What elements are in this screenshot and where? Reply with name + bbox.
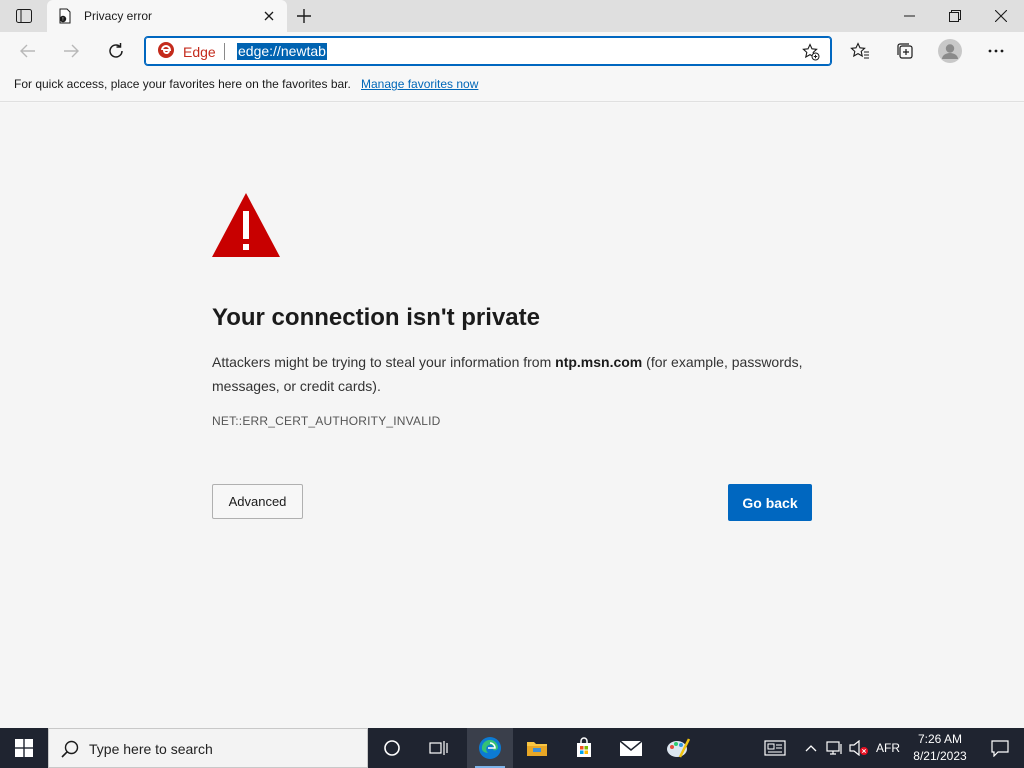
close-window-icon[interactable] <box>978 0 1024 32</box>
svg-text:!: ! <box>62 17 63 23</box>
tab-actions-icon[interactable] <box>10 6 38 26</box>
go-back-button[interactable]: Go back <box>728 484 812 521</box>
taskbar-search[interactable]: Type here to search <box>48 728 368 768</box>
edge-taskbar-icon[interactable] <box>467 728 513 768</box>
profile-icon[interactable] <box>935 36 965 66</box>
add-favorite-icon[interactable] <box>801 42 821 62</box>
paint-icon[interactable] <box>655 728 701 768</box>
divider <box>224 43 225 60</box>
warning-icon <box>211 191 281 259</box>
clock-time: 7:26 AM <box>917 732 963 746</box>
site-chip[interactable]: Edge <box>157 41 216 64</box>
clock[interactable]: 7:26 AM 8/21/2023 <box>908 731 972 765</box>
forward-icon[interactable] <box>56 36 86 66</box>
search-placeholder: Type here to search <box>89 741 213 757</box>
error-description-start: Attackers might be trying to steal your … <box>212 354 556 370</box>
url-input[interactable]: edge://newtab <box>237 43 327 60</box>
close-icon[interactable] <box>261 8 277 24</box>
manage-favorites-link[interactable]: Manage favorites now <box>361 77 478 91</box>
search-icon <box>61 740 79 758</box>
favorites-icon[interactable] <box>845 36 875 66</box>
mail-icon[interactable] <box>608 728 654 768</box>
error-page: Your connection isn't private Attackers … <box>0 103 1024 728</box>
refresh-icon[interactable] <box>101 36 131 66</box>
error-host: ntp.msn.com <box>555 354 643 370</box>
site-chip-label: Edge <box>183 44 216 60</box>
favorites-bar-prompt: For quick access, place your favorites h… <box>14 77 351 91</box>
file-explorer-icon[interactable] <box>514 728 560 768</box>
clock-date: 8/21/2023 <box>913 749 967 763</box>
chevron-up-icon[interactable] <box>800 728 822 768</box>
back-icon[interactable] <box>13 36 43 66</box>
active-tab[interactable]: ! Privacy error <box>47 0 287 32</box>
cortana-icon[interactable] <box>369 728 415 768</box>
favorites-bar: For quick access, place your favorites h… <box>0 70 1024 102</box>
address-bar[interactable]: Edge edge://newtab <box>144 36 832 66</box>
toolbar: Edge edge://newtab <box>0 32 1024 70</box>
more-icon[interactable] <box>981 36 1011 66</box>
volume-muted-icon[interactable] <box>848 728 870 768</box>
error-title: Your connection isn't private <box>212 304 540 331</box>
advanced-button[interactable]: Advanced <box>212 484 303 519</box>
error-description: Attackers might be trying to steal your … <box>212 350 822 398</box>
task-view-icon[interactable] <box>416 728 462 768</box>
error-code: NET::ERR_CERT_AUTHORITY_INVALID <box>212 414 441 428</box>
plus-icon[interactable] <box>294 6 314 26</box>
collections-icon[interactable] <box>890 36 920 66</box>
restore-icon[interactable] <box>932 0 978 32</box>
store-icon[interactable] <box>561 728 607 768</box>
news-icon[interactable] <box>760 728 790 768</box>
tab-title: Privacy error <box>84 9 153 23</box>
windows-start-icon[interactable] <box>0 728 48 768</box>
taskbar: Type here to search AFR 7:26 AM 8/21/202… <box>0 728 1024 768</box>
edge-logo-icon <box>157 41 175 64</box>
language-indicator[interactable]: AFR <box>872 728 904 768</box>
title-bar: ! Privacy error <box>0 0 1024 32</box>
minimize-icon[interactable] <box>886 0 932 32</box>
network-icon[interactable] <box>824 728 846 768</box>
notification-icon[interactable] <box>976 728 1024 768</box>
privacy-favicon: ! <box>57 8 73 24</box>
